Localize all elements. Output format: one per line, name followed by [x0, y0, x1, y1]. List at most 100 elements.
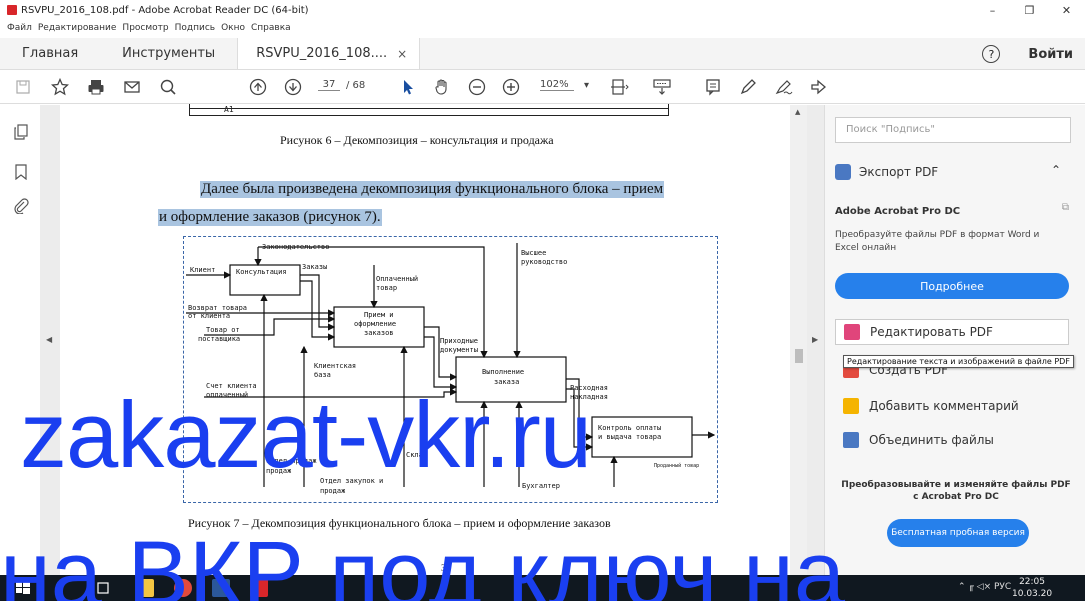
zoom-in-icon[interactable]	[501, 77, 521, 97]
page-thumbnails-icon[interactable]	[12, 123, 30, 141]
diagram-label-incoming-2: документы	[440, 346, 478, 354]
combine-files-tool[interactable]: Объединить файлы	[835, 427, 1069, 453]
previous-figure-label: А1	[224, 105, 234, 114]
diagram-label-control-2: и выдача товара	[598, 433, 661, 441]
diagram-label-paid-goods-1: Оплаченный	[376, 275, 418, 283]
scrollbar-thumb[interactable]	[795, 349, 803, 363]
free-trial-button[interactable]: Бесплатная пробная версия	[887, 519, 1029, 547]
print-icon[interactable]	[86, 77, 106, 97]
diagram-label-client-base-1: Клиентская	[314, 362, 356, 370]
page-total: / 68	[346, 79, 366, 91]
selected-paragraph-line-1[interactable]: Далее была произведена декомпозиция функ…	[200, 181, 665, 198]
promo-link-icon[interactable]: ⧉	[1062, 202, 1069, 213]
add-comment-tool[interactable]: Добавить комментарий	[835, 393, 1069, 419]
close-tab-icon[interactable]: ×	[397, 47, 407, 61]
chevron-down-icon: ▾	[584, 79, 590, 91]
bookmark-icon[interactable]	[12, 163, 30, 181]
zoom-level-select[interactable]: 102% ▾	[540, 79, 589, 91]
chevron-up-icon[interactable]: ⌃	[1051, 163, 1061, 177]
combine-files-label: Объединить файлы	[869, 433, 994, 447]
fit-page-icon[interactable]	[610, 77, 630, 97]
figure-6-caption: Рисунок 6 – Декомпозиция – консультация …	[280, 133, 554, 147]
menu-bar: Файл Редактирование Просмотр Подпись Окн…	[0, 20, 1085, 36]
clock-time: 22:05	[1019, 577, 1045, 587]
diagram-label-supplier-2: поставщика	[198, 335, 240, 343]
selected-paragraph-line-2[interactable]: и оформление заказов (рисунок 7).	[158, 209, 382, 226]
window-title: RSVPU_2016_108.pdf - Adobe Acrobat Reade…	[21, 4, 309, 16]
previous-page-icon[interactable]	[248, 77, 268, 97]
learn-more-button[interactable]: Подробнее	[835, 273, 1069, 299]
right-collapse-gutter[interactable]: ▶	[807, 105, 824, 575]
window-controls: – ❐ ✕	[974, 0, 1085, 20]
diagram-label-law: Законодательство	[262, 243, 329, 251]
taskbar-clock[interactable]: 22:05 10.03.20	[1012, 576, 1052, 600]
watermark-line-2: на ВКР под ключ на	[0, 523, 846, 601]
diagram-label-execution-1: Выполнение	[482, 368, 524, 376]
collapse-left-icon[interactable]: ◀	[46, 335, 52, 344]
help-icon[interactable]: ?	[982, 45, 1001, 63]
find-icon[interactable]	[158, 77, 178, 97]
export-pdf-header[interactable]: Экспорт PDF ⌃	[835, 159, 1071, 185]
save-icon[interactable]	[13, 77, 33, 97]
minimize-button[interactable]: –	[974, 0, 1011, 20]
share-icon[interactable]	[808, 77, 828, 97]
login-button[interactable]: Войти	[1028, 47, 1073, 62]
page-number-input[interactable]: 37	[318, 79, 340, 91]
diagram-label-supplier-1: Товар от	[206, 326, 240, 334]
zoom-out-icon[interactable]	[467, 77, 487, 97]
keyboard-scroll-icon[interactable]	[652, 77, 672, 97]
highlight-pen-icon[interactable]	[738, 77, 758, 97]
left-navigation-pane	[0, 105, 40, 575]
menu-view[interactable]: Просмотр	[122, 23, 168, 33]
edit-pdf-label: Редактировать PDF	[870, 325, 993, 339]
star-icon[interactable]	[50, 77, 70, 97]
sign-icon[interactable]	[774, 77, 794, 97]
email-icon[interactable]	[122, 77, 142, 97]
diagram-label-paid-goods-2: товар	[376, 284, 397, 292]
acrobat-app-icon	[7, 5, 17, 15]
add-comment-label: Добавить комментарий	[869, 399, 1019, 413]
tab-tools[interactable]: Инструменты	[100, 38, 237, 69]
tab-document[interactable]: RSVPU_2016_108.... ×	[237, 38, 421, 69]
diagram-label-consultation: Консультация	[236, 268, 287, 276]
tools-search-input[interactable]: Поиск "Подпись"	[835, 117, 1071, 143]
diagram-label-top-mgmt-1: Высшее	[521, 249, 546, 257]
scroll-up-icon[interactable]: ▲	[795, 108, 800, 116]
edit-pdf-tool[interactable]: Редактировать PDF	[835, 319, 1069, 345]
tab-bar: Главная Инструменты RSVPU_2016_108.... ×…	[0, 38, 1085, 70]
menu-help[interactable]: Справка	[251, 23, 291, 33]
comment-icon[interactable]	[703, 77, 723, 97]
diagram-label-purchase-2: продаж	[320, 487, 346, 495]
menu-sign[interactable]: Подпись	[175, 23, 215, 33]
hand-tool-icon[interactable]	[432, 77, 452, 97]
tab-home[interactable]: Главная	[0, 38, 100, 69]
diagram-label-reception-3: заказов	[364, 329, 394, 337]
vertical-scrollbar[interactable]: ▲	[790, 105, 807, 575]
attachment-icon[interactable]	[12, 197, 30, 215]
menu-file[interactable]: Файл	[7, 23, 32, 33]
combine-files-icon	[843, 432, 859, 448]
tab-document-label: RSVPU_2016_108....	[256, 46, 388, 61]
bottom-promo-text: Преобразовывайте и изменяйте файлы PDF с…	[841, 480, 1071, 502]
diagram-label-client-base-2: база	[314, 371, 331, 379]
diagram-label-issued-goods: Проданный товар	[654, 463, 699, 469]
close-window-button[interactable]: ✕	[1048, 0, 1085, 20]
system-tray[interactable]: ⌃ ╓ ◁× РУС	[958, 582, 1011, 592]
menu-window[interactable]: Окно	[221, 23, 245, 33]
diagram-label-client: Клиент	[190, 266, 215, 274]
menu-edit[interactable]: Редактирование	[38, 23, 117, 33]
tools-pane: Поиск "Подпись" Экспорт PDF ⌃ Adobe Acro…	[824, 105, 1085, 575]
diagram-label-top-mgmt-2: руководство	[521, 258, 567, 266]
left-collapse-gutter[interactable]: ◀	[40, 105, 60, 575]
maximize-button[interactable]: ❐	[1011, 0, 1048, 20]
collapse-right-icon[interactable]: ▶	[812, 335, 818, 344]
diagram-label-reception-1: Прием и	[364, 311, 394, 319]
select-cursor-icon[interactable]	[398, 77, 418, 97]
edit-pdf-icon	[844, 324, 860, 340]
promo-title: Adobe Acrobat Pro DC	[835, 206, 961, 217]
next-page-icon[interactable]	[283, 77, 303, 97]
title-bar: RSVPU_2016_108.pdf - Adobe Acrobat Reade…	[0, 0, 1085, 20]
diagram-label-reception-2: оформление	[354, 320, 396, 328]
export-pdf-icon	[835, 164, 851, 180]
diagram-label-control-1: Контроль оплаты	[598, 424, 661, 432]
